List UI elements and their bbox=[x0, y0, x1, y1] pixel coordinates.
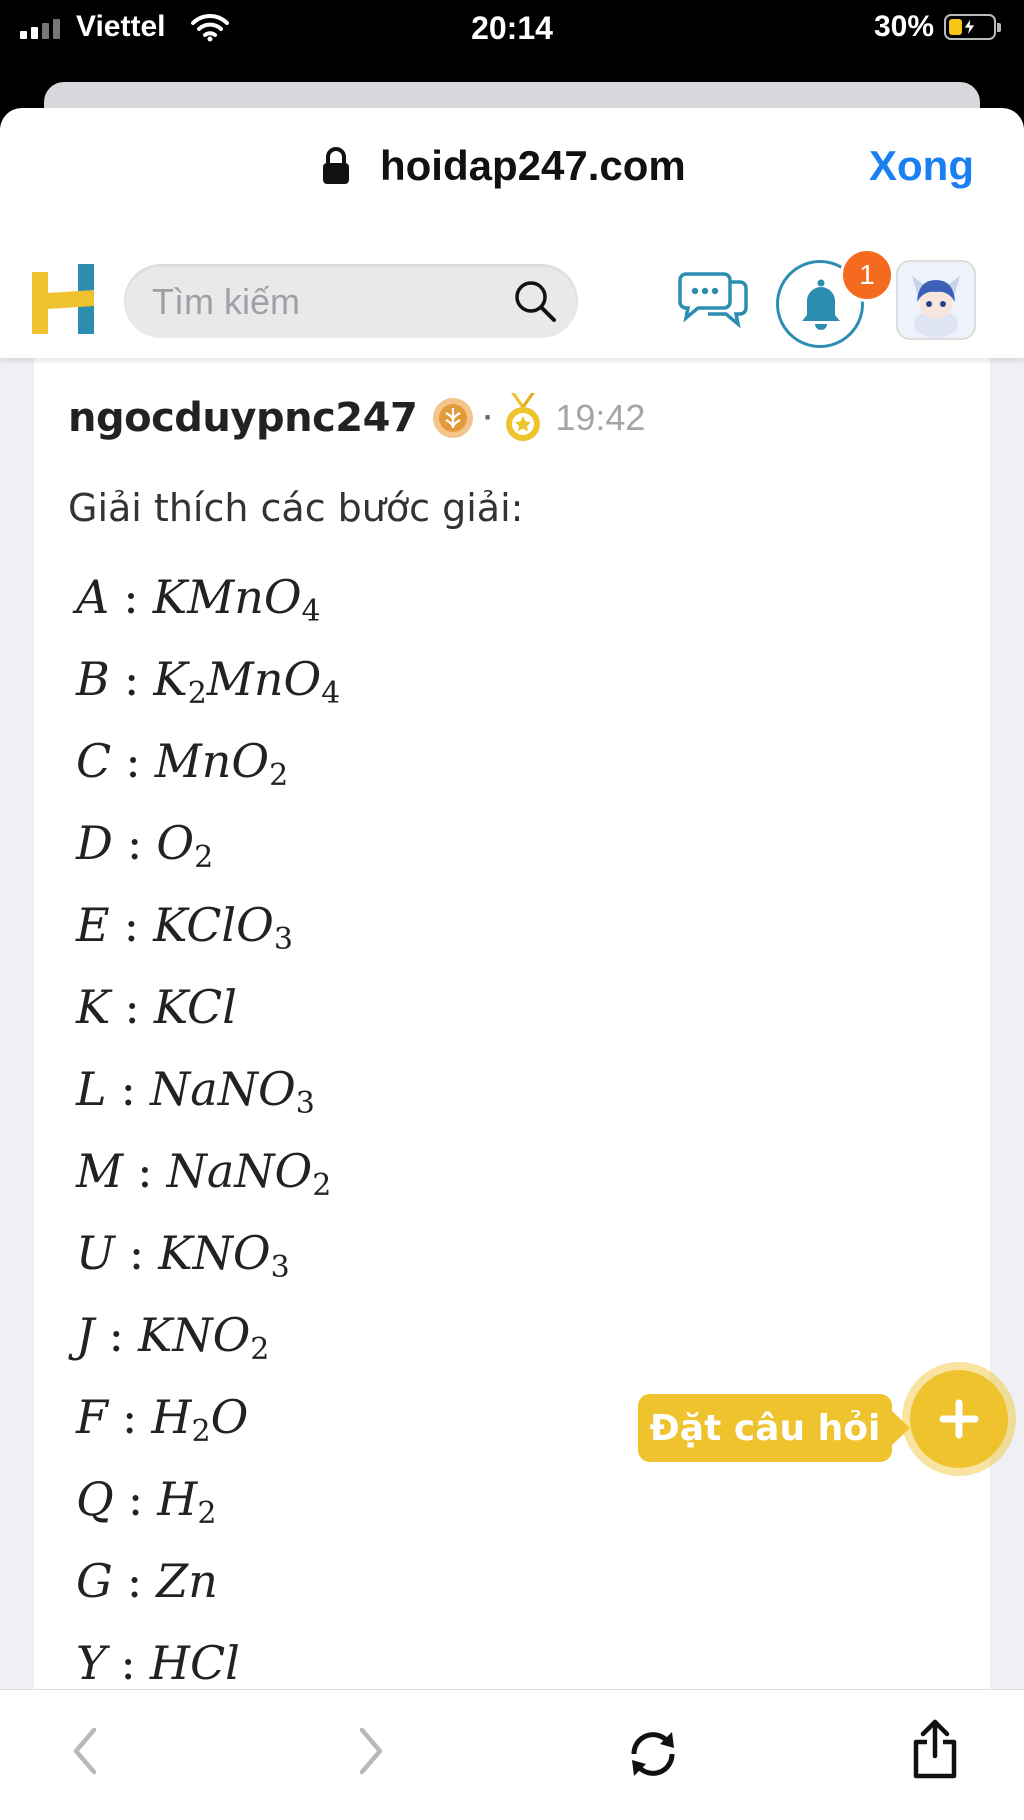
formula-label: Q bbox=[76, 1472, 114, 1526]
formula-subscript: 3 bbox=[295, 1086, 315, 1121]
search-icon[interactable] bbox=[512, 278, 558, 324]
formula-label: M bbox=[76, 1144, 124, 1198]
formula-label: C bbox=[76, 734, 112, 788]
formula-label: B bbox=[76, 652, 110, 706]
formula-label: A bbox=[76, 570, 110, 624]
answer-meta: ngocduypnc247 · 19:42 bbox=[68, 388, 645, 448]
plus-icon bbox=[939, 1399, 979, 1439]
explanation-heading: Giải thích các bước giải: bbox=[68, 486, 524, 530]
formula-label: U bbox=[76, 1226, 115, 1280]
formula-row: L: NaNO3 bbox=[76, 1062, 315, 1121]
hoidap-logo[interactable] bbox=[32, 264, 94, 334]
formula-subscript: 2 bbox=[194, 840, 214, 875]
url-text[interactable]: hoidap247.com bbox=[380, 142, 686, 190]
formula-row: K: KCl bbox=[76, 980, 237, 1034]
search-box[interactable] bbox=[124, 264, 578, 340]
avatar[interactable] bbox=[896, 260, 976, 340]
formula-subscript: 2 bbox=[269, 758, 289, 793]
formula-row: U: KNO3 bbox=[76, 1226, 290, 1285]
formula-text: MnO bbox=[206, 652, 322, 706]
formula-subscript: 2 bbox=[191, 1414, 211, 1449]
formula-subscript: 3 bbox=[270, 1250, 290, 1285]
back-icon[interactable] bbox=[70, 1726, 100, 1776]
formula-row: A: KMnO4 bbox=[76, 570, 321, 629]
formula-text: Zn bbox=[156, 1554, 218, 1608]
formula-row: Q: H2 bbox=[76, 1472, 217, 1531]
formula-label: Y bbox=[76, 1636, 107, 1690]
formula-subscript: 2 bbox=[197, 1496, 217, 1531]
formula-subscript: 4 bbox=[321, 676, 341, 711]
formula-label: D bbox=[76, 816, 113, 870]
formula-row: G: Zn bbox=[76, 1554, 218, 1608]
formula-row: F: H2O bbox=[76, 1390, 249, 1449]
done-button[interactable]: Xong bbox=[869, 142, 974, 190]
bell-icon bbox=[802, 279, 840, 330]
notification-badge: 1 bbox=[840, 248, 894, 302]
formula-label: L bbox=[76, 1062, 107, 1116]
ask-question-button[interactable] bbox=[910, 1370, 1008, 1468]
battery-icon bbox=[944, 14, 1001, 40]
formula-row: E: KClO3 bbox=[76, 898, 293, 957]
formula-list: A: KMnO4 B: K2MnO4 C: MnO2 D: O2 E: KClO3 K: KCl L: N… bbox=[76, 556, 340, 1704]
ask-question-label[interactable]: Đặt câu hỏi bbox=[638, 1394, 910, 1462]
formula-row: B: K2MnO4 bbox=[76, 652, 341, 711]
site-header: 1 bbox=[0, 238, 1024, 358]
answer-username[interactable]: ngocduypnc247 bbox=[68, 395, 418, 441]
formula-text: NaNO bbox=[150, 1062, 296, 1116]
forward-icon[interactable] bbox=[356, 1726, 386, 1776]
formula-label: J bbox=[76, 1308, 95, 1362]
formula-text: KNO bbox=[137, 1308, 251, 1362]
formula-row: D: O2 bbox=[76, 816, 214, 875]
url-bar: hoidap247.com Xong bbox=[0, 108, 1024, 238]
formula-text: K bbox=[153, 652, 188, 706]
formula-text: KNO bbox=[158, 1226, 271, 1280]
clock: 20:14 bbox=[471, 10, 553, 46]
formula-text: KCl bbox=[153, 980, 237, 1034]
formula-text: H bbox=[151, 1390, 192, 1444]
formula-subscript: 4 bbox=[301, 594, 321, 629]
formula-row: M: NaNO2 bbox=[76, 1144, 332, 1203]
share-icon[interactable] bbox=[910, 1718, 960, 1780]
browser-toolbar bbox=[0, 1689, 1024, 1820]
search-input[interactable] bbox=[150, 264, 494, 340]
rank-icon bbox=[433, 398, 474, 438]
formula-label: E bbox=[76, 898, 110, 952]
formula-text: MnO bbox=[154, 734, 270, 788]
formula-text: H bbox=[157, 1472, 198, 1526]
formula-text: KClO bbox=[153, 898, 274, 952]
lock-icon bbox=[323, 147, 349, 184]
formula-subscript: 2 bbox=[250, 1332, 270, 1367]
answer-card: ngocduypnc247 · 19:42 Giải thích các bướ… bbox=[34, 358, 990, 1698]
formula-text: KMnO bbox=[152, 570, 302, 624]
formula-text: O bbox=[210, 1390, 249, 1444]
answer-time: 19:42 bbox=[555, 397, 646, 438]
formula-subscript: 2 bbox=[312, 1168, 332, 1203]
medal-icon bbox=[506, 393, 541, 441]
formula-subscript: 3 bbox=[273, 922, 293, 957]
formula-text: NaNO bbox=[166, 1144, 313, 1198]
formula-text: O bbox=[156, 816, 195, 870]
formula-text: HCl bbox=[149, 1636, 240, 1690]
formula-label: G bbox=[76, 1554, 113, 1608]
formula-subscript: 2 bbox=[187, 676, 207, 711]
formula-label: K bbox=[76, 980, 111, 1034]
meta-separator: · bbox=[483, 401, 494, 434]
formula-label: F bbox=[76, 1390, 108, 1444]
status-bar: Viettel 20:14 30% bbox=[0, 0, 1024, 60]
reload-icon[interactable] bbox=[624, 1726, 682, 1782]
formula-row: J: KNO2 bbox=[76, 1308, 270, 1367]
content-area: ngocduypnc247 · 19:42 Giải thích các bướ… bbox=[0, 358, 1024, 1698]
battery-percent: 30% bbox=[873, 10, 934, 43]
chat-icon[interactable] bbox=[678, 272, 748, 328]
formula-row: C: MnO2 bbox=[76, 734, 289, 793]
